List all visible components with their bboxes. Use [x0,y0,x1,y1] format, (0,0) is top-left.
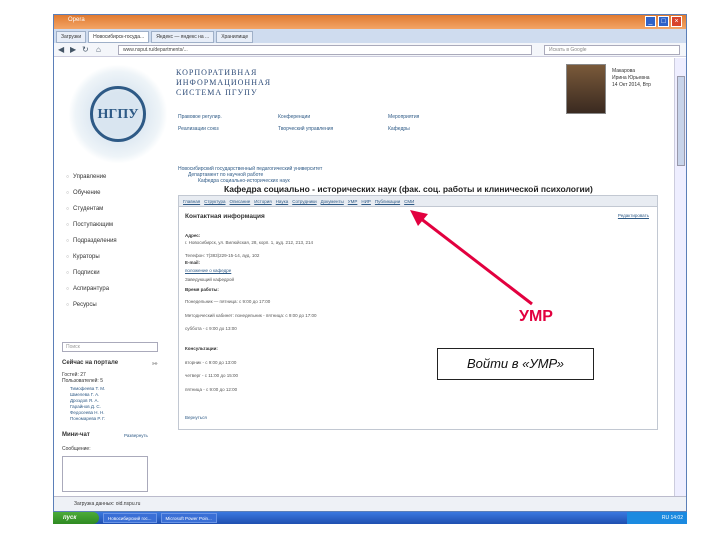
consultation-line: четверг - с 11:00 до 15:00 [185,373,239,378]
status-bar: Загрузка данных: oid.nspu.ru [54,496,686,511]
sidebar-item-resources[interactable]: Ресурсы [66,302,97,308]
contact-panel: Контактная информация Редактировать Адре… [178,207,658,430]
online-user[interactable]: Шмелева Г. А. [70,392,99,397]
page-content: НГПУ КОРПОРАТИВНАЯ ИНФОРМАЦИОННАЯ СИСТЕМ… [54,58,674,496]
annotation-callout: Войти в «УМР» [437,348,594,380]
page-title: Кафедра социально - исторических наук (ф… [224,184,593,194]
tab-history[interactable]: История [254,199,271,204]
sidebar-item-departments[interactable]: Подразделения [66,238,117,244]
home-icon[interactable]: ⌂ [96,45,101,54]
tab-bar: Загрузки Новосибирск-госуда... Яндекс — … [54,29,686,43]
online-user[interactable]: Федосеева Н. Н. [70,410,105,415]
tab-structure[interactable]: Структура [204,199,225,204]
chat-label: Сообщение: [62,446,91,452]
user-box: Макарова Ирина Юрьевна 14 Окт 2014, Втр [566,62,676,116]
top-menu-item[interactable]: Правовое регулир. [178,114,222,120]
maximize-button[interactable]: □ [658,16,669,27]
taskbar-item[interactable]: Microsoft Power Poin... [160,513,217,523]
consultation-line: вторник - с 9:00 до 13:00 [185,360,237,365]
tab-nir[interactable]: НИР [361,199,371,204]
user-name: Макарова Ирина Юрьевна 14 Окт 2014, Втр [612,68,651,88]
start-button[interactable]: пуск [53,512,99,524]
online-more-link[interactable]: »» [152,361,158,367]
chat-title: Мини-чат [62,432,90,438]
email-label: E-mail: [185,260,201,265]
tab-main[interactable]: Главная [183,199,200,204]
tab-science[interactable]: Наука [276,199,289,204]
address-label: Адрес: [185,233,201,238]
hours-line: Понедельник — пятница: с 9:00 до 17:00 [185,299,271,304]
online-user[interactable]: Пономарева Р. Г. [70,416,105,421]
university-logo: НГПУ [68,64,168,164]
tab-publications[interactable]: Публикации [375,199,400,204]
tab-description[interactable]: Описание [230,199,251,204]
sidebar-item-management[interactable]: Управление [66,174,106,180]
taskbar-item[interactable]: Новосибирский гос... [103,513,157,523]
tab-downloads[interactable]: Загрузки [56,31,87,43]
back-link[interactable]: Вернуться [185,415,207,420]
sidebar-item-education[interactable]: Обучение [66,190,100,196]
online-user[interactable]: Гарайнов Д. С. [70,404,101,409]
online-users-label: Пользователей: 5 [62,378,103,384]
document-link[interactable]: положение о кафедре [185,268,231,273]
search-field[interactable]: Искать в Google [544,45,680,55]
chat-expand-link[interactable]: Развернуть [124,433,148,438]
section-title: Контактная информация [185,213,265,220]
online-user[interactable]: Тимофеева Т. М. [70,386,105,391]
minimize-button[interactable]: _ [645,16,656,27]
sidebar-item-subscriptions[interactable]: Подписки [66,270,100,276]
department-tabs: Главная Структура Описание История Наука… [178,195,658,207]
user-avatar [566,64,606,114]
tab-umr[interactable]: УМР [348,199,358,204]
phone-value: Телефон: 7(383)229-15-14, ауд. 102 [185,253,260,258]
sidebar-item-postgraduate[interactable]: Аспирантура [66,286,109,292]
browser-window: Opera _ □ × Загрузки Новосибирск-госуда.… [53,14,687,512]
system-tray: RU 14:02 [627,512,687,524]
nav-bar: ◀ ▶ ↻ ⌂ www.nsput.ru/departments/... Иск… [54,43,686,57]
reload-icon[interactable]: ↻ [82,45,89,54]
top-menu-item[interactable]: Творческий управления [278,126,333,132]
site-header: НГПУ КОРПОРАТИВНАЯ ИНФОРМАЦИОННАЯ СИСТЕМ… [54,58,674,166]
sidebar: Управление Обучение Студентам Поступающи… [60,166,170,496]
forward-icon[interactable]: ▶ [70,45,76,54]
tab-nspu[interactable]: Новосибирск-госуда... [88,31,150,43]
sidebar-item-curators[interactable]: Кураторы [66,254,100,260]
scrollbar[interactable] [674,58,686,496]
hours-line: Методический кабинет: понедельник - пятн… [185,313,317,318]
tab-yandex[interactable]: Яндекс — яндекс на ... [151,31,215,43]
annotation-label: УМР [519,308,553,325]
tab-staff[interactable]: Сотрудники [292,199,316,204]
online-title: Сейчас на портале [62,360,119,366]
window-title: Opera [68,17,85,23]
online-user[interactable]: Дроздов Я. А. [70,398,99,403]
work-time-label: Время работы: [185,287,219,292]
top-menu-item[interactable]: Реализации союз [178,126,219,132]
top-menu-item[interactable]: Мероприятия [388,114,419,120]
consultation-line: пятница - с 9:00 до 12:00 [185,387,238,392]
scrollbar-thumb[interactable] [677,76,685,166]
tab-media[interactable]: СМИ [404,199,414,204]
close-button[interactable]: × [671,16,682,27]
sidebar-item-applicants[interactable]: Поступающим [66,222,113,228]
title-bar: Opera _ □ × [54,15,686,29]
consultations-label: Консультации: [185,346,218,351]
sidebar-search-input[interactable]: Поиск [62,342,158,352]
saturday-hours: суббота - с 9:00 до 13:00 [185,326,237,331]
site-title: КОРПОРАТИВНАЯ ИНФОРМАЦИОННАЯ СИСТЕМА ПГУ… [176,68,272,97]
tab-storage[interactable]: Хранилище [216,31,254,43]
top-menu-item[interactable]: Кафедры [388,126,410,132]
sidebar-item-students[interactable]: Студентам [66,206,103,212]
address-bar[interactable]: www.nsput.ru/departments/... [118,45,532,55]
breadcrumb: Новосибирский государственный педагогиче… [178,166,322,184]
chat-input[interactable] [62,456,148,492]
edit-link[interactable]: Редактировать [618,213,649,218]
taskbar: пуск Новосибирский гос... Microsoft Powe… [53,512,687,524]
head-of-department: Заведующий кафедрой [185,277,235,282]
tab-documents[interactable]: Документы [321,199,344,204]
address-value: г. Новосибирск, ул. Вилюйская, 28, корп.… [185,240,314,245]
back-icon[interactable]: ◀ [58,45,64,54]
top-menu-item[interactable]: Конференции [278,114,310,120]
